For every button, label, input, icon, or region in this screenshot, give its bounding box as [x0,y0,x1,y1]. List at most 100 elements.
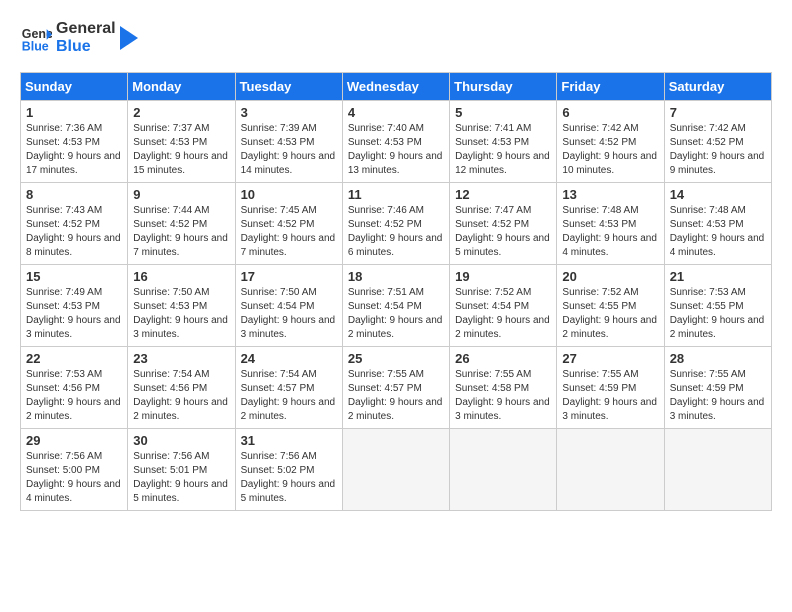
day-info: Sunrise: 7:52 AM Sunset: 4:55 PM Dayligh… [562,286,658,342]
day-info: Sunrise: 7:55 AM Sunset: 4:57 PM Dayligh… [348,368,444,424]
day-cell-15: 15 Sunrise: 7:49 AM Sunset: 4:53 PM Dayl… [21,265,128,347]
day-cell-13: 13 Sunrise: 7:48 AM Sunset: 4:53 PM Dayl… [557,183,664,265]
day-number: 20 [562,269,658,284]
day-cell-11: 11 Sunrise: 7:46 AM Sunset: 4:52 PM Dayl… [342,183,449,265]
day-info: Sunrise: 7:42 AM Sunset: 4:52 PM Dayligh… [670,122,766,178]
day-number: 13 [562,187,658,202]
day-number: 1 [26,105,122,120]
day-number: 2 [133,105,229,120]
day-number: 24 [241,351,337,366]
svg-text:Blue: Blue [22,39,49,53]
week-row-3: 15 Sunrise: 7:49 AM Sunset: 4:53 PM Dayl… [21,265,772,347]
day-cell-8: 8 Sunrise: 7:43 AM Sunset: 4:52 PM Dayli… [21,183,128,265]
week-row-1: 1 Sunrise: 7:36 AM Sunset: 4:53 PM Dayli… [21,101,772,183]
day-info: Sunrise: 7:54 AM Sunset: 4:56 PM Dayligh… [133,368,229,424]
day-number: 10 [241,187,337,202]
day-info: Sunrise: 7:53 AM Sunset: 4:56 PM Dayligh… [26,368,122,424]
empty-cell [557,429,664,511]
day-info: Sunrise: 7:48 AM Sunset: 4:53 PM Dayligh… [670,204,766,260]
day-info: Sunrise: 7:39 AM Sunset: 4:53 PM Dayligh… [241,122,337,178]
day-number: 31 [241,433,337,448]
day-cell-24: 24 Sunrise: 7:54 AM Sunset: 4:57 PM Dayl… [235,347,342,429]
day-info: Sunrise: 7:50 AM Sunset: 4:53 PM Dayligh… [133,286,229,342]
day-info: Sunrise: 7:37 AM Sunset: 4:53 PM Dayligh… [133,122,229,178]
day-number: 15 [26,269,122,284]
day-number: 29 [26,433,122,448]
weekday-saturday: Saturday [664,73,771,101]
day-cell-12: 12 Sunrise: 7:47 AM Sunset: 4:52 PM Dayl… [450,183,557,265]
day-number: 21 [670,269,766,284]
day-number: 23 [133,351,229,366]
day-cell-6: 6 Sunrise: 7:42 AM Sunset: 4:52 PM Dayli… [557,101,664,183]
day-cell-26: 26 Sunrise: 7:55 AM Sunset: 4:58 PM Dayl… [450,347,557,429]
day-number: 19 [455,269,551,284]
day-number: 7 [670,105,766,120]
day-info: Sunrise: 7:45 AM Sunset: 4:52 PM Dayligh… [241,204,337,260]
day-cell-29: 29 Sunrise: 7:56 AM Sunset: 5:00 PM Dayl… [21,429,128,511]
weekday-tuesday: Tuesday [235,73,342,101]
day-number: 4 [348,105,444,120]
day-cell-21: 21 Sunrise: 7:53 AM Sunset: 4:55 PM Dayl… [664,265,771,347]
day-cell-23: 23 Sunrise: 7:54 AM Sunset: 4:56 PM Dayl… [128,347,235,429]
day-number: 30 [133,433,229,448]
logo-line2: Blue [56,38,116,56]
day-number: 9 [133,187,229,202]
day-number: 18 [348,269,444,284]
day-number: 11 [348,187,444,202]
day-cell-10: 10 Sunrise: 7:45 AM Sunset: 4:52 PM Dayl… [235,183,342,265]
day-info: Sunrise: 7:51 AM Sunset: 4:54 PM Dayligh… [348,286,444,342]
day-cell-30: 30 Sunrise: 7:56 AM Sunset: 5:01 PM Dayl… [128,429,235,511]
day-cell-18: 18 Sunrise: 7:51 AM Sunset: 4:54 PM Dayl… [342,265,449,347]
day-info: Sunrise: 7:48 AM Sunset: 4:53 PM Dayligh… [562,204,658,260]
day-cell-22: 22 Sunrise: 7:53 AM Sunset: 4:56 PM Dayl… [21,347,128,429]
day-number: 3 [241,105,337,120]
day-cell-1: 1 Sunrise: 7:36 AM Sunset: 4:53 PM Dayli… [21,101,128,183]
day-number: 12 [455,187,551,202]
day-number: 27 [562,351,658,366]
day-info: Sunrise: 7:43 AM Sunset: 4:52 PM Dayligh… [26,204,122,260]
day-number: 16 [133,269,229,284]
day-info: Sunrise: 7:46 AM Sunset: 4:52 PM Dayligh… [348,204,444,260]
weekday-sunday: Sunday [21,73,128,101]
day-number: 22 [26,351,122,366]
day-number: 5 [455,105,551,120]
day-number: 26 [455,351,551,366]
calendar-body: 1 Sunrise: 7:36 AM Sunset: 4:53 PM Dayli… [21,101,772,511]
logo-icon: General Blue [20,22,52,54]
weekday-friday: Friday [557,73,664,101]
day-cell-9: 9 Sunrise: 7:44 AM Sunset: 4:52 PM Dayli… [128,183,235,265]
day-number: 25 [348,351,444,366]
weekday-wednesday: Wednesday [342,73,449,101]
day-info: Sunrise: 7:42 AM Sunset: 4:52 PM Dayligh… [562,122,658,178]
day-cell-3: 3 Sunrise: 7:39 AM Sunset: 4:53 PM Dayli… [235,101,342,183]
day-cell-2: 2 Sunrise: 7:37 AM Sunset: 4:53 PM Dayli… [128,101,235,183]
day-info: Sunrise: 7:54 AM Sunset: 4:57 PM Dayligh… [241,368,337,424]
day-info: Sunrise: 7:41 AM Sunset: 4:53 PM Dayligh… [455,122,551,178]
day-info: Sunrise: 7:56 AM Sunset: 5:01 PM Dayligh… [133,450,229,506]
day-cell-17: 17 Sunrise: 7:50 AM Sunset: 4:54 PM Dayl… [235,265,342,347]
page-header: General Blue General Blue [20,20,772,56]
day-info: Sunrise: 7:47 AM Sunset: 4:52 PM Dayligh… [455,204,551,260]
empty-cell [450,429,557,511]
day-cell-7: 7 Sunrise: 7:42 AM Sunset: 4:52 PM Dayli… [664,101,771,183]
day-cell-20: 20 Sunrise: 7:52 AM Sunset: 4:55 PM Dayl… [557,265,664,347]
day-number: 14 [670,187,766,202]
day-cell-31: 31 Sunrise: 7:56 AM Sunset: 5:02 PM Dayl… [235,429,342,511]
day-number: 8 [26,187,122,202]
day-info: Sunrise: 7:50 AM Sunset: 4:54 PM Dayligh… [241,286,337,342]
day-cell-25: 25 Sunrise: 7:55 AM Sunset: 4:57 PM Dayl… [342,347,449,429]
day-number: 17 [241,269,337,284]
week-row-5: 29 Sunrise: 7:56 AM Sunset: 5:00 PM Dayl… [21,429,772,511]
weekday-header-row: SundayMondayTuesdayWednesdayThursdayFrid… [21,73,772,101]
day-cell-19: 19 Sunrise: 7:52 AM Sunset: 4:54 PM Dayl… [450,265,557,347]
empty-cell [664,429,771,511]
logo-line1: General [56,20,116,38]
day-number: 28 [670,351,766,366]
logo: General Blue General Blue [20,20,140,56]
day-cell-5: 5 Sunrise: 7:41 AM Sunset: 4:53 PM Dayli… [450,101,557,183]
day-info: Sunrise: 7:40 AM Sunset: 4:53 PM Dayligh… [348,122,444,178]
day-info: Sunrise: 7:55 AM Sunset: 4:59 PM Dayligh… [562,368,658,424]
day-cell-27: 27 Sunrise: 7:55 AM Sunset: 4:59 PM Dayl… [557,347,664,429]
day-info: Sunrise: 7:53 AM Sunset: 4:55 PM Dayligh… [670,286,766,342]
weekday-thursday: Thursday [450,73,557,101]
